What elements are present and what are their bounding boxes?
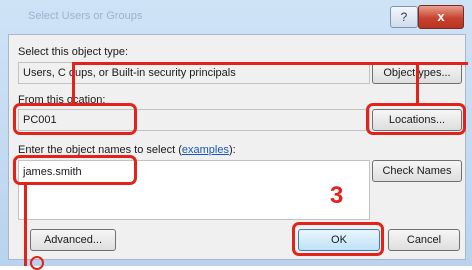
title-bar: Select Users or Groups ? x — [0, 0, 472, 34]
step-number: 3 — [330, 182, 344, 209]
dialog-title: Select Users or Groups — [28, 10, 143, 22]
help-button[interactable]: ? — [390, 6, 418, 28]
object-type-label: Select this object type: — [18, 46, 129, 58]
callout-line-locations — [416, 62, 419, 104]
names-field-highlight — [13, 155, 137, 185]
callout-line-location — [72, 62, 75, 104]
object-names-label-suffix: ): — [228, 144, 236, 156]
close-button[interactable]: x — [418, 5, 464, 29]
location-field-highlight — [13, 103, 137, 135]
cancel-button[interactable]: Cancel — [388, 229, 460, 251]
object-type-field: Users, C oups, or Built-in security prin… — [18, 62, 370, 84]
callout-circle — [30, 256, 44, 270]
check-names-button[interactable]: Check Names — [372, 160, 462, 182]
examples-link[interactable]: examples — [182, 144, 229, 156]
callout-line-top — [72, 62, 468, 65]
callout-line-names — [24, 184, 27, 266]
ok-button-highlight — [292, 222, 384, 256]
advanced-button[interactable]: Advanced... — [30, 229, 116, 251]
locations-button-highlight — [366, 103, 466, 135]
